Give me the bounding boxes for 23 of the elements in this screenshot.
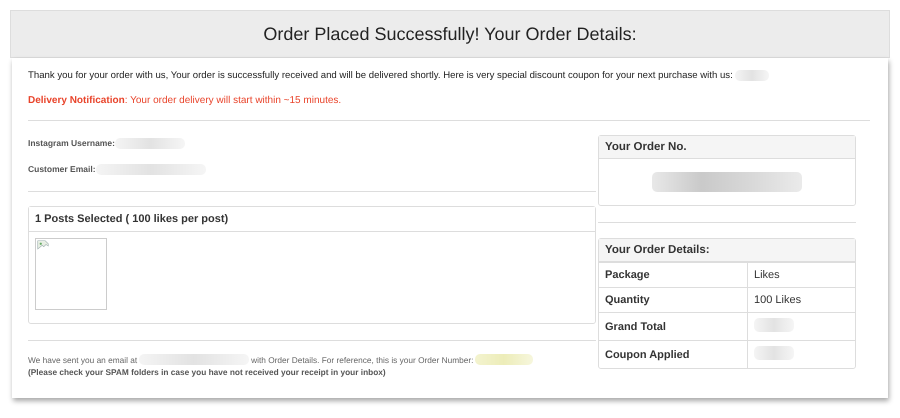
redacted-value	[754, 318, 794, 332]
delivery-notification: Delivery Notification: Your order delivery will start within ~15 minutes.	[28, 95, 342, 106]
redacted-order-number	[475, 354, 534, 365]
email-sent-message: We have sent you an email at	[28, 354, 138, 364]
page-title: Order Placed Successfully! Your Order Details:	[263, 24, 637, 44]
table-cell: Coupon Applied	[599, 340, 748, 368]
thank-you-message: Thank you for your order with us, Your order is successfully received and will be delivered shortly. Here is very special discount coupon for your next purchase with us:	[28, 70, 733, 81]
order-reference-message: with Order Details. For reference, this is your Order Number:	[251, 354, 474, 364]
panel-title: 1 Posts Selected ( 100 likes per post)	[29, 207, 595, 232]
spam-note: (Please check your SPAM folders in case you have not received your receipt in your inbox)	[28, 367, 387, 377]
broken-image-icon	[37, 240, 49, 252]
customer-field-label: Customer Email:	[28, 164, 96, 174]
table-cell: Grand Total	[599, 312, 748, 340]
table-cell: Quantity	[599, 288, 748, 312]
panel-title: Your Order Details:	[599, 239, 855, 262]
redacted-coupon	[734, 70, 769, 81]
redacted-value	[754, 346, 794, 360]
table-cell: Likes	[748, 262, 855, 288]
table-cell: 100 Likes	[748, 288, 855, 312]
table-cell: Package	[599, 262, 748, 288]
redacted-value	[114, 138, 185, 148]
panel-title: Your Order No.	[599, 136, 855, 159]
customer-field-label: Instagram Username:	[28, 138, 115, 148]
